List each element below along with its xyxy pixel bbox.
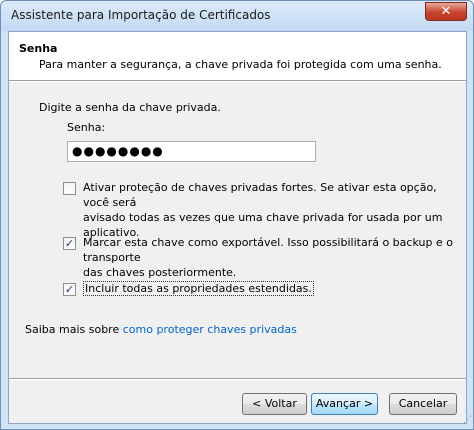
page-description: Para manter a segurança, a chave privada… xyxy=(39,58,442,71)
resize-grip-icon[interactable]: ⋰ xyxy=(460,416,472,428)
extended-properties-checkbox[interactable]: ✓ xyxy=(63,283,76,296)
exportable-option[interactable]: ✓ Marcar esta chave como exportável. Iss… xyxy=(63,235,466,280)
wizard-footer: < Voltar Avançar > Cancelar xyxy=(9,380,466,423)
back-button[interactable]: < Voltar xyxy=(242,393,307,415)
checkmark-icon: ✓ xyxy=(64,237,75,250)
password-input[interactable]: ●●●●●●●● xyxy=(67,141,316,162)
password-prompt: Digite a senha da chave privada. xyxy=(39,101,221,114)
close-button[interactable]: ✕ xyxy=(425,2,467,21)
exportable-label[interactable]: Marcar esta chave como exportável. Isso … xyxy=(83,235,466,280)
extended-properties-label[interactable]: Incluir todas as propriedades estendidas… xyxy=(83,281,314,296)
extended-properties-label-text: Incluir todas as propriedades estendidas… xyxy=(83,281,314,296)
next-button[interactable]: Avançar > xyxy=(311,393,378,415)
window-title: Assistente para Importação de Certificad… xyxy=(11,8,271,22)
wizard-body: Digite a senha da chave privada. Senha: … xyxy=(9,82,466,378)
cancel-button[interactable]: Cancelar xyxy=(389,393,457,415)
page-title: Senha xyxy=(19,42,58,55)
close-icon: ✕ xyxy=(440,4,452,19)
checkmark-icon: ✓ xyxy=(64,283,75,296)
learn-more-text: Saiba mais sobre como proteger chaves pr… xyxy=(25,323,297,336)
title-bar[interactable]: Assistente para Importação de Certificad… xyxy=(1,1,473,31)
wizard-client-area: Senha Para manter a segurança, a chave p… xyxy=(8,31,467,424)
exportable-checkbox[interactable]: ✓ xyxy=(63,237,76,250)
exportable-label-line1: Marcar esta chave como exportável. Isso … xyxy=(83,236,453,264)
password-label: Senha: xyxy=(67,121,106,134)
certificate-import-wizard-window: Assistente para Importação de Certificad… xyxy=(0,0,474,430)
strong-protection-label[interactable]: Ativar proteção de chaves privadas forte… xyxy=(83,180,466,240)
learn-more-prefix: Saiba mais sobre xyxy=(25,323,123,336)
strong-protection-option[interactable]: Ativar proteção de chaves privadas forte… xyxy=(63,180,466,240)
learn-more-link[interactable]: como proteger chaves privadas xyxy=(123,323,297,336)
exportable-label-line2: das chaves posteriormente. xyxy=(83,266,237,279)
wizard-header: Senha Para manter a segurança, a chave p… xyxy=(9,32,466,80)
strong-protection-checkbox[interactable] xyxy=(63,182,76,195)
extended-properties-option[interactable]: ✓ Incluir todas as propriedades estendid… xyxy=(63,281,314,296)
strong-protection-label-line1: Ativar proteção de chaves privadas forte… xyxy=(83,181,437,209)
